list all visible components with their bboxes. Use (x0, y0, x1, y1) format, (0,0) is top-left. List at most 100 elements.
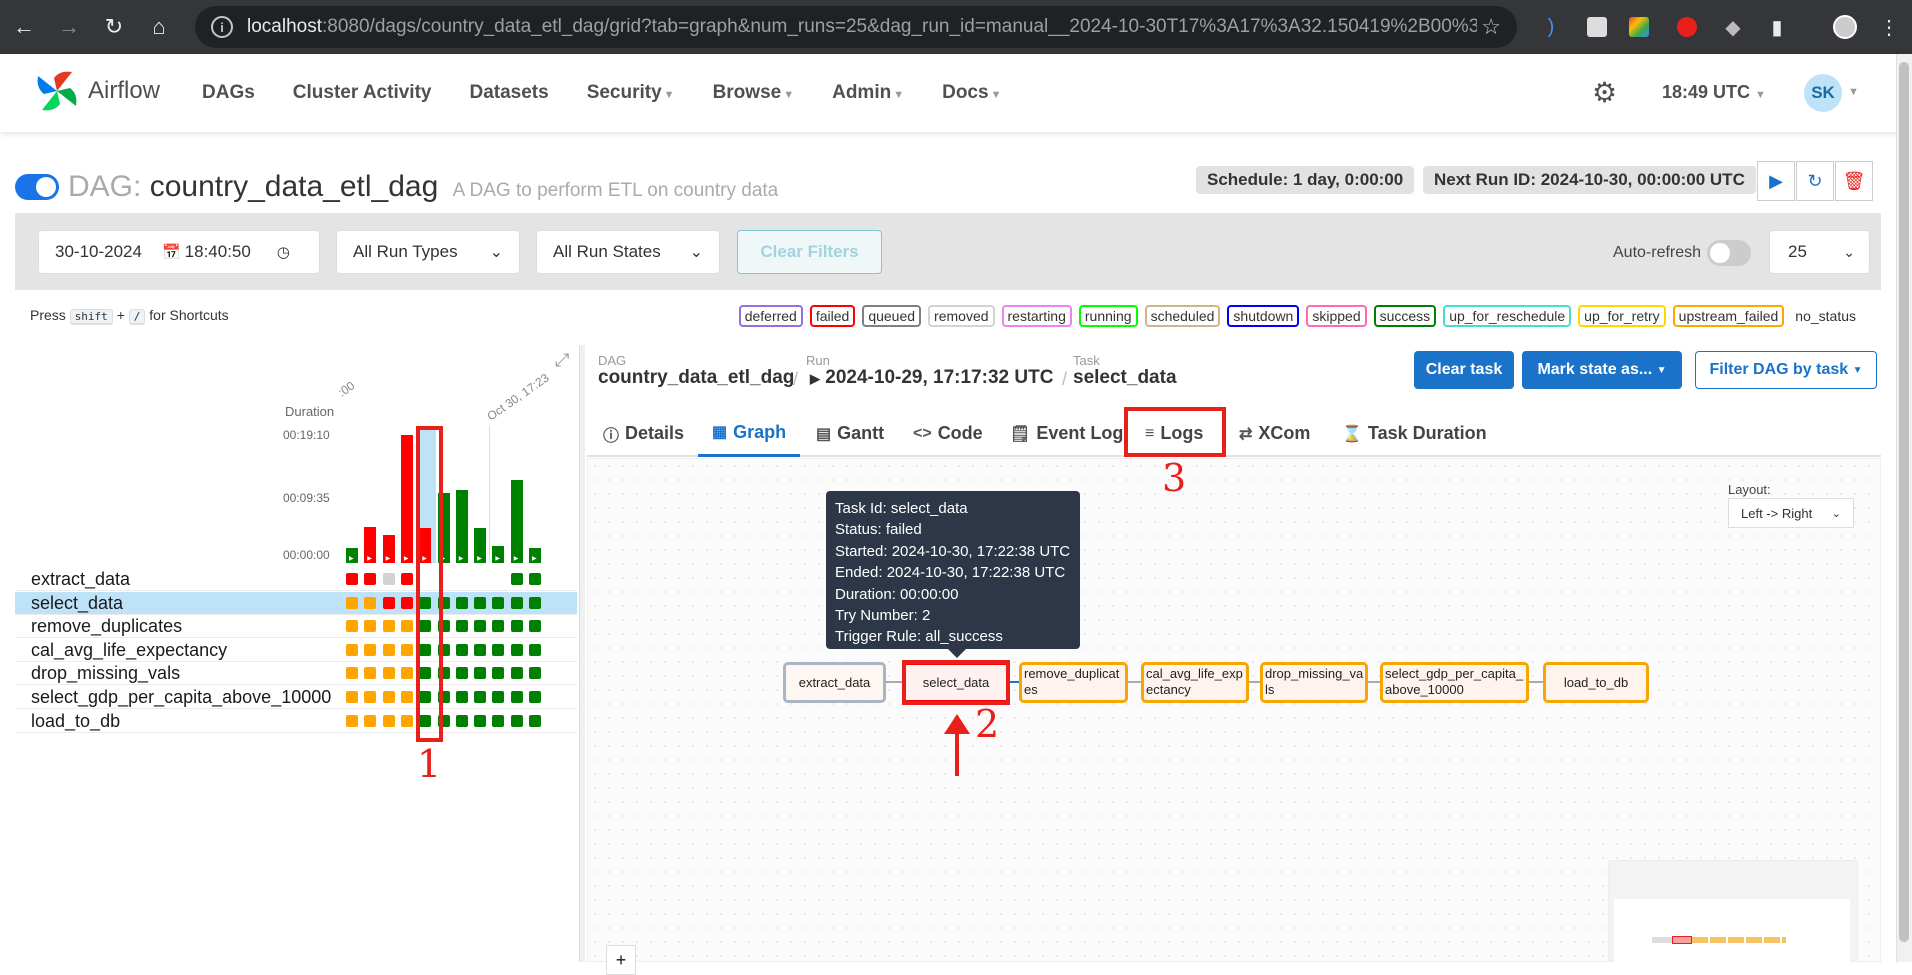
state-legend-running[interactable]: running (1078, 305, 1138, 327)
task-instance-cell[interactable] (529, 643, 541, 656)
browser-menu-icon[interactable]: ⋮ (1874, 12, 1904, 42)
extension-puzzle-icon[interactable] (1582, 12, 1612, 42)
tab-task-duration[interactable]: ⌛ Task Duration (1342, 410, 1487, 457)
user-avatar[interactable]: SK (1804, 74, 1842, 112)
graph-node-cal-avg-life-expectancy[interactable]: cal_avg_life_exp ectancy (1141, 662, 1249, 703)
task-instance-cell[interactable] (455, 667, 468, 680)
task-instance-cell[interactable] (510, 667, 523, 680)
autorefresh-toggle[interactable] (1707, 240, 1751, 266)
tab-graph[interactable]: ▦ Graph (698, 410, 801, 457)
dag-pause-toggle[interactable] (15, 174, 59, 200)
task-instance-cell[interactable] (492, 691, 505, 703)
task-instance-cell[interactable] (510, 714, 523, 727)
menu-admin[interactable]: Admin ▼ (832, 82, 904, 104)
num-runs-select[interactable]: 25 ⌄ (1769, 230, 1870, 274)
graph-node-remove-duplicates[interactable]: remove_duplicat es (1019, 662, 1128, 703)
duration-bar[interactable]: ▶ (346, 547, 358, 563)
task-instance-cell[interactable] (346, 573, 358, 585)
task-instance-cell[interactable] (400, 643, 413, 656)
state-legend-removed[interactable]: removed (928, 305, 995, 327)
task-instance-cell[interactable] (529, 691, 541, 703)
task-instance-cell[interactable] (492, 714, 505, 727)
clock-icon[interactable]: ◷ (277, 243, 290, 261)
task-instance-cell[interactable] (455, 596, 468, 609)
minimap-viewport[interactable] (1614, 899, 1850, 962)
profile-icon[interactable] (1830, 12, 1860, 42)
task-instance-cell[interactable] (492, 620, 505, 633)
tab-details[interactable]: ⓘ Details (603, 410, 684, 457)
graph-node-load-to-db[interactable]: load_to_db (1543, 662, 1649, 703)
task-instance-cell[interactable] (364, 573, 377, 585)
delete-dag-button[interactable]: 🗑 (1835, 161, 1873, 201)
task-instance-cell[interactable] (364, 620, 377, 633)
menu-cluster-activity[interactable]: Cluster Activity (293, 82, 432, 104)
task-instance-cell[interactable] (492, 667, 505, 680)
utc-clock[interactable]: 18:49 UTC ▼ (1662, 82, 1766, 103)
task-instance-cell[interactable] (474, 596, 487, 609)
task-instance-cell[interactable] (474, 714, 487, 727)
task-instance-cell[interactable] (400, 667, 413, 680)
task-instance-cell[interactable] (529, 596, 541, 609)
task-instance-cell[interactable] (382, 691, 395, 703)
task-instance-cell[interactable] (510, 573, 523, 585)
graph-node-extract-data[interactable]: extract_data (783, 662, 886, 703)
tab-gantt[interactable]: ▤ Gantt (816, 410, 884, 457)
bookmark-star-icon[interactable]: ☆ (1481, 14, 1501, 40)
task-row-extract-data[interactable]: extract_data (15, 568, 577, 591)
task-instance-cell[interactable] (346, 714, 358, 727)
task-instance-cell[interactable] (400, 573, 413, 585)
run-states-select[interactable]: All Run States ⌄ (536, 230, 720, 274)
task-instance-cell[interactable] (364, 691, 377, 703)
duration-bar[interactable]: ▶ (455, 490, 468, 563)
page-scrollbar-thumb[interactable] (1899, 62, 1909, 942)
airflow-logo[interactable]: Airflow (34, 68, 160, 114)
extension-color-icon[interactable] (1624, 12, 1654, 42)
collapse-icon[interactable]: ⤢ (555, 350, 569, 371)
graph-node-select-gdp-per-capita-above-10000[interactable]: select_gdp_per_capita_ above_10000 (1380, 662, 1529, 703)
base-date-input[interactable]: 30-10-2024 📅 18:40:50 ◷ (38, 230, 320, 274)
clear-filters-button[interactable]: Clear Filters (737, 230, 882, 274)
task-instance-cell[interactable] (364, 714, 377, 727)
duration-bar[interactable]: ▶ (510, 479, 523, 563)
task-instance-cell[interactable] (382, 596, 395, 609)
task-instance-cell[interactable] (474, 620, 487, 633)
task-instance-cell[interactable] (510, 620, 523, 633)
task-instance-cell[interactable] (455, 714, 468, 727)
gear-icon[interactable]: ⚙ (1592, 76, 1617, 109)
state-legend-failed[interactable]: failed (809, 305, 856, 327)
task-instance-cell[interactable] (382, 620, 395, 633)
task-instance-cell[interactable] (510, 643, 523, 656)
state-legend-skipped[interactable]: skipped (1306, 305, 1367, 327)
task-instance-cell[interactable] (364, 667, 377, 680)
task-instance-cell[interactable] (382, 667, 395, 680)
duration-bar[interactable]: ▶ (400, 435, 413, 563)
mark-state-button[interactable]: Mark state as... ▼ (1522, 351, 1682, 389)
task-instance-cell[interactable] (474, 643, 487, 656)
menu-security[interactable]: Security ▼ (587, 82, 675, 104)
task-instance-cell[interactable] (346, 691, 358, 703)
task-instance-cell[interactable] (400, 596, 413, 609)
state-legend-up-for-retry[interactable]: up_for_retry (1578, 305, 1666, 327)
state-legend-no-status[interactable]: no_status (1791, 307, 1860, 325)
task-instance-cell[interactable] (510, 691, 523, 703)
extension-red-icon[interactable] (1672, 12, 1702, 42)
task-instance-cell[interactable] (474, 667, 487, 680)
task-instance-cell[interactable] (455, 691, 468, 703)
home-icon[interactable]: ⌂ (139, 7, 179, 47)
duration-bar[interactable]: ▶ (492, 546, 505, 563)
menu-browse[interactable]: Browse ▼ (713, 82, 795, 104)
back-icon[interactable]: ← (4, 7, 44, 47)
extension-wifi-icon[interactable]: ) (1536, 12, 1566, 42)
reload-icon[interactable]: ↻ (94, 7, 134, 47)
task-instance-cell[interactable] (510, 596, 523, 609)
task-instance-cell[interactable] (529, 620, 541, 633)
task-instance-cell[interactable] (382, 643, 395, 656)
clear-task-button[interactable]: Clear task (1414, 351, 1514, 389)
state-legend-shutdown[interactable]: shutdown (1227, 305, 1300, 327)
task-instance-cell[interactable] (346, 596, 358, 609)
task-instance-cell[interactable] (346, 643, 358, 656)
dag-name[interactable]: country_data_etl_dag (150, 170, 439, 203)
forward-icon[interactable]: → (49, 7, 89, 47)
breadcrumb-task[interactable]: select_data (1073, 367, 1177, 389)
extension-shield-icon[interactable]: ◆ (1718, 12, 1748, 42)
